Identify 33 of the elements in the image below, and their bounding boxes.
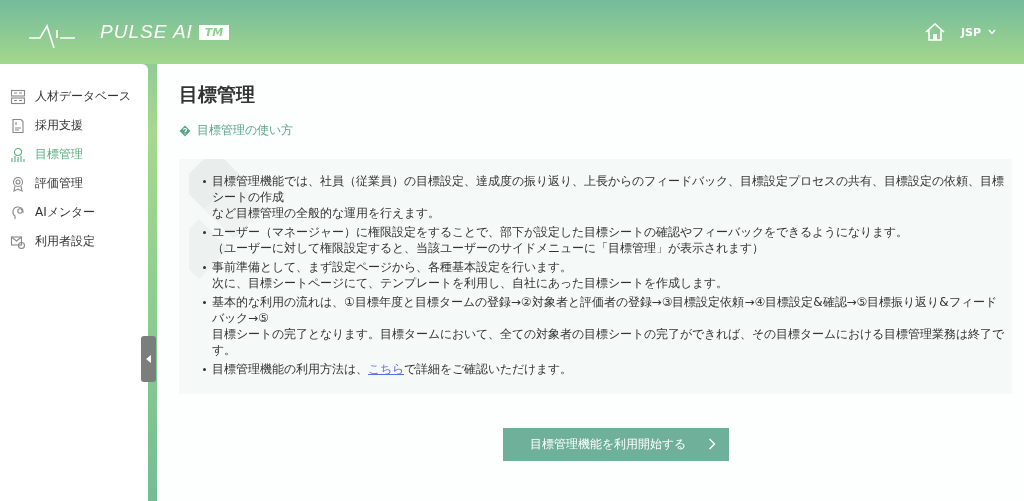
bullet-dot [203, 300, 206, 304]
sidebar-item[interactable]: 採用支援 [0, 111, 148, 140]
chevron-right-icon [707, 438, 716, 450]
chart-icon [10, 146, 26, 163]
info-text: 目標管理機能では、社員（従業員）の目標設定、達成度の振り返り、上長からのフィードバック、目標設定プロセスの共有、目標設定の依頼、目標シートの作成 [212, 172, 1004, 205]
sidebar-item[interactable]: 利用者設定 [0, 227, 148, 256]
medal-icon [10, 175, 26, 192]
home-icon[interactable] [924, 23, 945, 41]
bullet-dot [203, 265, 206, 269]
document-icon [10, 117, 26, 134]
brand-name: PULSE AI [100, 21, 193, 43]
info-text: 目標シートの完了となります。目標タームにおいて、全ての対象者の目標シートの完了ができれば、その目標タームにおける目標管理業務は終了です。 [212, 325, 1004, 358]
sidebar-item[interactable]: 評価管理 [0, 169, 148, 198]
list-icon [10, 88, 26, 105]
bullet-dot [203, 367, 206, 371]
sidebar-item[interactable]: AIメンター [0, 198, 148, 227]
info-text: など目標管理の全般的な運用を行えます。 [212, 204, 441, 221]
bullet-dot [203, 230, 206, 234]
info-text: ユーザー（マネージャー）に権限設定をすることで、部下が設定した目標シートの確認やフィーバックをできるようになります。 [212, 223, 908, 240]
page-title: 目標管理 [179, 82, 256, 107]
mail-gear-icon [10, 233, 26, 250]
collapse-handle[interactable] [141, 336, 156, 382]
sidebar-item[interactable]: 人材データベース [0, 82, 148, 111]
info-text: 目標管理機能の利用方法は、こちらで詳細をご確認いただけます。 [212, 360, 572, 377]
trademark-badge: TM [198, 24, 230, 40]
info-text: （ユーザーに対して権限設定すると、当該ユーザーのサイドメニューに「目標管理」が表示されます） [212, 239, 765, 256]
info-text: 基本的な利用の流れは、①目標年度と目標タームの登録→②対象者と評価者の登録→③目標設定依頼→④目標設定&確認→⑤目標振り返り&フィードバック→⑤ [212, 293, 998, 326]
info-text: 次に、目標シートページにて、テンプレートを利用し、自社にあった目標シートを作成します。 [212, 274, 728, 291]
bullet-dot [203, 179, 206, 183]
question-diamond-icon [179, 124, 191, 137]
info-text: 事前準備として、まず設定ページから、各種基本設定を行います。 [212, 258, 573, 275]
chevron-down-icon [988, 29, 996, 35]
details-link[interactable]: こちら [368, 361, 404, 376]
